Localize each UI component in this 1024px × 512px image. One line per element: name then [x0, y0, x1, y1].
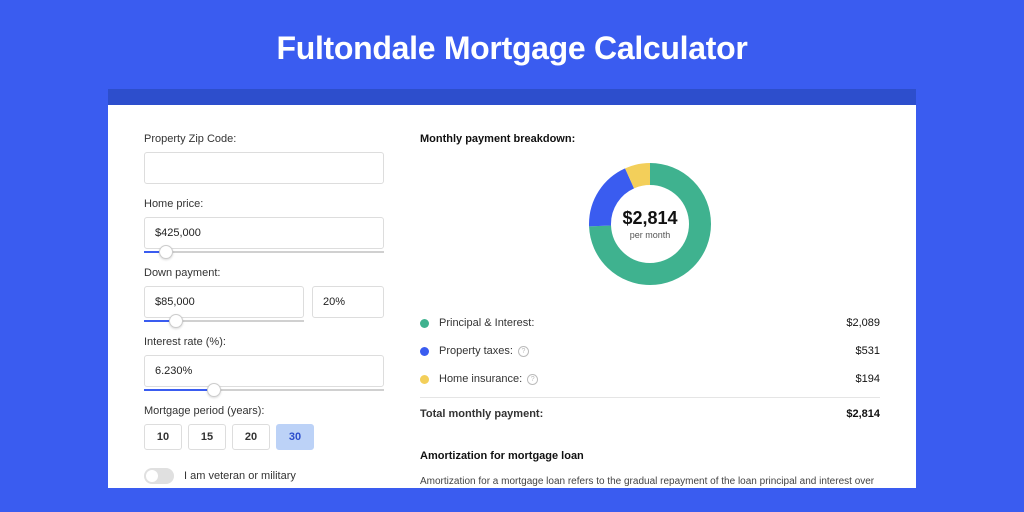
down-payment-input[interactable]: [144, 286, 304, 318]
donut-chart-wrap: $2,814 per month: [420, 159, 880, 289]
veteran-toggle-knob: [146, 470, 158, 482]
calculator-card: Property Zip Code: Home price: Down paym…: [108, 105, 916, 488]
home-price-label: Home price:: [144, 198, 384, 210]
zip-input[interactable]: [144, 152, 384, 184]
header-band: [108, 89, 916, 105]
home-price-slider-thumb[interactable]: [159, 245, 173, 259]
veteran-row: I am veteran or military: [144, 468, 384, 484]
breakdown-title: Monthly payment breakdown:: [420, 133, 880, 145]
interest-slider[interactable]: [144, 389, 384, 391]
legend-value-taxes: $531: [856, 345, 880, 357]
zip-label: Property Zip Code:: [144, 133, 384, 145]
home-price-field: Home price:: [144, 198, 384, 253]
amortization-section: Amortization for mortgage loan Amortizat…: [420, 450, 880, 488]
interest-slider-fill: [144, 389, 214, 391]
veteran-toggle[interactable]: [144, 468, 174, 484]
interest-field: Interest rate (%):: [144, 336, 384, 391]
page-title: Fultondale Mortgage Calculator: [0, 0, 1024, 89]
donut-amount: $2,814: [622, 208, 677, 229]
donut-chart: $2,814 per month: [585, 159, 715, 289]
legend-dot-insurance: [420, 375, 429, 384]
donut-sub: per month: [630, 230, 671, 240]
veteran-label: I am veteran or military: [184, 470, 296, 482]
legend-row-insurance: Home insurance: ? $194: [420, 365, 880, 393]
down-payment-slider[interactable]: [144, 320, 304, 322]
breakdown-column: Monthly payment breakdown: $2,814 per mo…: [420, 133, 880, 488]
amortization-text: Amortization for a mortgage loan refers …: [420, 474, 880, 488]
info-icon[interactable]: ?: [527, 374, 538, 385]
home-price-slider[interactable]: [144, 251, 384, 253]
legend-row-principal: Principal & Interest: $2,089: [420, 309, 880, 337]
input-column: Property Zip Code: Home price: Down paym…: [144, 133, 384, 488]
amortization-title: Amortization for mortgage loan: [420, 450, 880, 462]
legend-label-taxes: Property taxes:: [439, 345, 513, 357]
down-payment-field: Down payment:: [144, 267, 384, 322]
period-btn-20[interactable]: 20: [232, 424, 270, 450]
period-label: Mortgage period (years):: [144, 405, 384, 417]
home-price-input[interactable]: [144, 217, 384, 249]
legend-dot-taxes: [420, 347, 429, 356]
donut-center: $2,814 per month: [585, 159, 715, 289]
zip-field: Property Zip Code:: [144, 133, 384, 184]
legend-value-total: $2,814: [846, 408, 880, 420]
legend-label-principal: Principal & Interest:: [439, 317, 534, 329]
period-field: Mortgage period (years): 10 15 20 30: [144, 405, 384, 450]
legend-label-total: Total monthly payment:: [420, 408, 543, 420]
period-options: 10 15 20 30: [144, 424, 384, 450]
interest-input[interactable]: [144, 355, 384, 387]
legend-label-insurance: Home insurance:: [439, 373, 522, 385]
period-btn-10[interactable]: 10: [144, 424, 182, 450]
interest-slider-thumb[interactable]: [207, 383, 221, 397]
legend-row-taxes: Property taxes: ? $531: [420, 337, 880, 365]
period-btn-30[interactable]: 30: [276, 424, 314, 450]
down-payment-pct-input[interactable]: [312, 286, 384, 318]
down-payment-label: Down payment:: [144, 267, 384, 279]
info-icon[interactable]: ?: [518, 346, 529, 357]
period-btn-15[interactable]: 15: [188, 424, 226, 450]
legend-dot-principal: [420, 319, 429, 328]
down-payment-slider-thumb[interactable]: [169, 314, 183, 328]
legend-value-principal: $2,089: [846, 317, 880, 329]
interest-label: Interest rate (%):: [144, 336, 384, 348]
legend-value-insurance: $194: [856, 373, 880, 385]
legend-row-total: Total monthly payment: $2,814: [420, 397, 880, 428]
